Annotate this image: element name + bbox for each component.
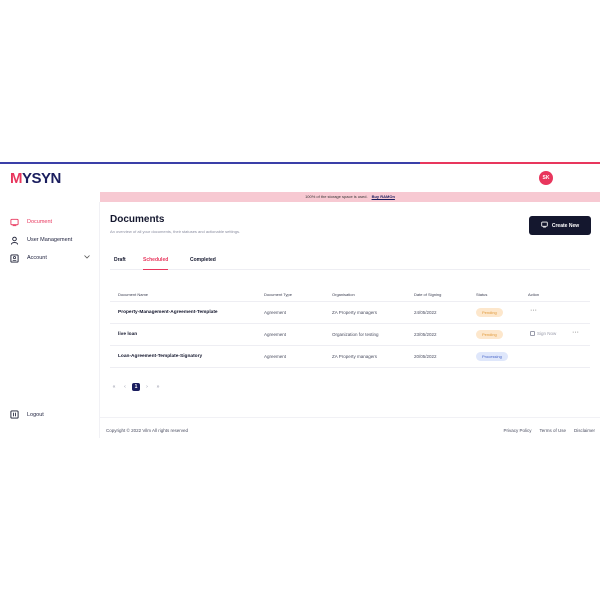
status-badge: Processing [476,352,508,361]
table-header: Document Name Document Type Organisation… [110,288,590,302]
more-actions-icon[interactable]: ··· [530,307,537,314]
sidebar-item-label: User Management [27,237,73,243]
page-subtitle: An overview of all your documents, their… [110,229,241,234]
document-name[interactable]: live loan [118,332,137,337]
column-header: Action [528,292,540,297]
first-page-button[interactable]: « [110,383,118,391]
sign-now-button[interactable]: Sign Now [530,331,556,336]
sidebar-item-label: Account [27,255,47,261]
table-row[interactable]: live loan Agreement Organization for tes… [110,324,590,346]
copyright-text: Copyright © 2022 Vilm All rights reserve… [106,428,189,433]
document-icon [541,221,548,230]
chevron-down-icon[interactable] [84,255,90,261]
privacy-policy-link[interactable]: Privacy Policy [503,428,531,433]
document-name[interactable]: Property-Management-Agreement-Template [118,310,218,315]
document-icon [10,218,19,227]
document-type: Agreement [264,310,287,315]
organisation: ZA Property managers [332,310,378,315]
document-type: Agreement [264,332,287,337]
status-badge: Pending [476,308,503,317]
tab-completed[interactable]: Completed [190,257,216,269]
signing-date: 23/05/2022 [414,332,437,337]
column-header: Document Name [118,292,149,297]
tab-scheduled[interactable]: Scheduled [143,257,169,270]
user-icon [10,236,19,245]
document-type: Agreement [264,354,287,359]
table-row[interactable]: Property-Management-Agreement-Template A… [110,302,590,324]
logout-icon [10,410,19,419]
sign-icon [530,331,535,336]
prev-page-button[interactable]: ‹ [121,383,129,391]
document-name[interactable]: Loan-Agreement-Template-Signatory [118,354,202,359]
column-header: Organisation [332,292,355,297]
column-header: Date of Signing [414,292,442,297]
table-row[interactable]: Loan-Agreement-Template-Signatory Agreem… [110,346,590,368]
app-window: MYSYN SK 100% of the storage space is us… [0,162,600,438]
tab-draft[interactable]: Draft [114,257,126,269]
sign-now-label: Sign Now [537,331,557,336]
organisation: ZA Property managers [332,354,378,359]
sidebar-item-user-management[interactable]: User Management [10,234,92,246]
more-actions-icon[interactable]: ··· [572,329,579,336]
logo-mark: M [10,170,23,187]
terms-of-use-link[interactable]: Terms of Use [539,428,566,433]
footer: Copyright © 2022 Vilm All rights reserve… [100,417,600,438]
current-page[interactable]: 1 [132,383,140,391]
buy-storage-link[interactable]: Buy RAMOn [372,194,395,199]
logo-text: YSYN [22,170,61,187]
sidebar-item-account[interactable]: Account [10,252,92,264]
create-new-button[interactable]: Create New [529,216,591,235]
status-badge: Pending [476,330,503,339]
storage-banner: 100% of the storage space is used. Buy RA… [100,192,600,202]
logo[interactable]: MYSYN [10,170,61,187]
header: MYSYN SK [0,164,600,192]
main-content: Documents An overview of all your docume… [100,202,600,438]
sidebar: Document User Management Account Logout [0,202,100,438]
organisation: Organization for testing [332,332,379,337]
disclaimer-link[interactable]: Disclaimer [574,428,595,433]
account-icon [10,253,19,263]
avatar[interactable]: SK [539,171,553,185]
last-page-button[interactable]: » [154,383,162,391]
sidebar-item-document[interactable]: Document [10,216,92,228]
tab-bar: Draft Scheduled Completed [110,254,590,270]
column-header: Document Type [264,292,292,297]
pagination: « ‹ 1 › » [110,382,165,392]
page-title: Documents [110,214,165,225]
signing-date: 20/05/2022 [414,354,437,359]
logout-button[interactable]: Logout [10,410,44,419]
create-new-label: Create New [551,222,580,229]
column-header: Status [476,292,488,297]
banner-message: 100% of the storage space is used. [305,194,368,199]
logout-label: Logout [27,411,44,418]
sidebar-item-label: Document [27,219,53,225]
signing-date: 24/05/2022 [414,310,437,315]
footer-links: Privacy Policy Terms of Use Disclaimer [495,428,595,433]
next-page-button[interactable]: › [143,383,151,391]
